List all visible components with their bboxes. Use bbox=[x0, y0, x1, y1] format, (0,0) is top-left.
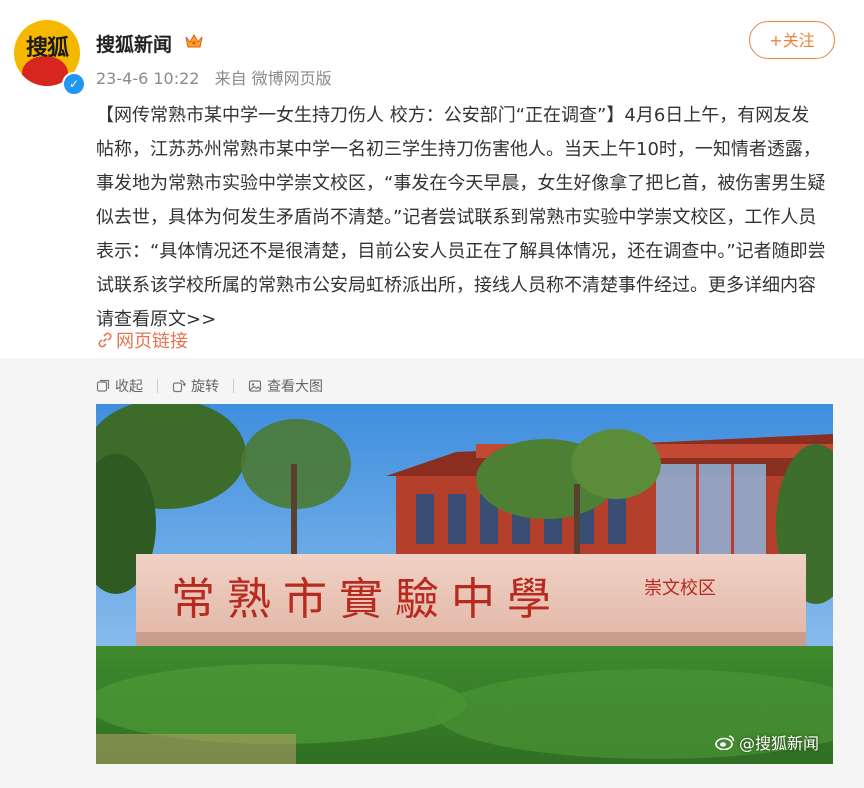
image-icon bbox=[248, 380, 262, 392]
web-link[interactable]: 网页链接 bbox=[96, 327, 188, 357]
rotate-icon bbox=[172, 379, 186, 393]
avatar-logo-text: 搜狐 bbox=[25, 35, 69, 61]
view-large-label: 查看大图 bbox=[267, 379, 323, 395]
rotate-label: 旋转 bbox=[191, 379, 219, 395]
link-icon bbox=[98, 332, 112, 348]
weibo-logo-icon bbox=[715, 735, 735, 750]
image-watermark: @搜狐新闻 bbox=[715, 730, 819, 754]
verified-badge-icon: ✓ bbox=[62, 72, 86, 96]
toolbar-divider bbox=[233, 379, 234, 393]
post-source: 来自 微博网页版 bbox=[214, 69, 332, 88]
follow-button[interactable]: +关注 bbox=[749, 21, 835, 59]
school-gate-photo: 常熟市實驗中學 崇文校区 bbox=[96, 404, 833, 764]
school-sign-text: 常熟市實驗中學 bbox=[171, 574, 563, 625]
post-timestamp[interactable]: 23-4-6 10:22 bbox=[96, 69, 199, 88]
author-name[interactable]: 搜狐新闻 bbox=[96, 30, 172, 57]
watermark-text: @搜狐新闻 bbox=[738, 734, 819, 753]
rotate-button[interactable]: 旋转 bbox=[172, 376, 219, 396]
web-link-label: 网页链接 bbox=[116, 331, 188, 352]
toolbar-divider bbox=[157, 379, 158, 393]
collapse-label: 收起 bbox=[115, 379, 143, 395]
collapse-icon bbox=[96, 379, 110, 392]
view-large-button[interactable]: 查看大图 bbox=[248, 376, 323, 396]
post-image[interactable]: 常熟市實驗中學 崇文校区 @搜狐新闻 bbox=[96, 404, 833, 764]
school-sign-wall: 常熟市實驗中學 崇文校区 bbox=[136, 554, 806, 646]
post-content: 【网传常熟市某中学一女生持刀伤人 校方：公安部门“正在调查”】4月6日上午，有网… bbox=[96, 105, 826, 330]
collapse-button[interactable]: 收起 bbox=[96, 376, 143, 396]
school-sign-side-text: 崇文校区 bbox=[644, 578, 716, 599]
crown-icon bbox=[185, 33, 203, 48]
media-toolbar: 收起 旋转 查看大图 bbox=[96, 374, 323, 398]
post-meta: 23-4-6 10:22 来自 微博网页版 bbox=[96, 65, 342, 89]
